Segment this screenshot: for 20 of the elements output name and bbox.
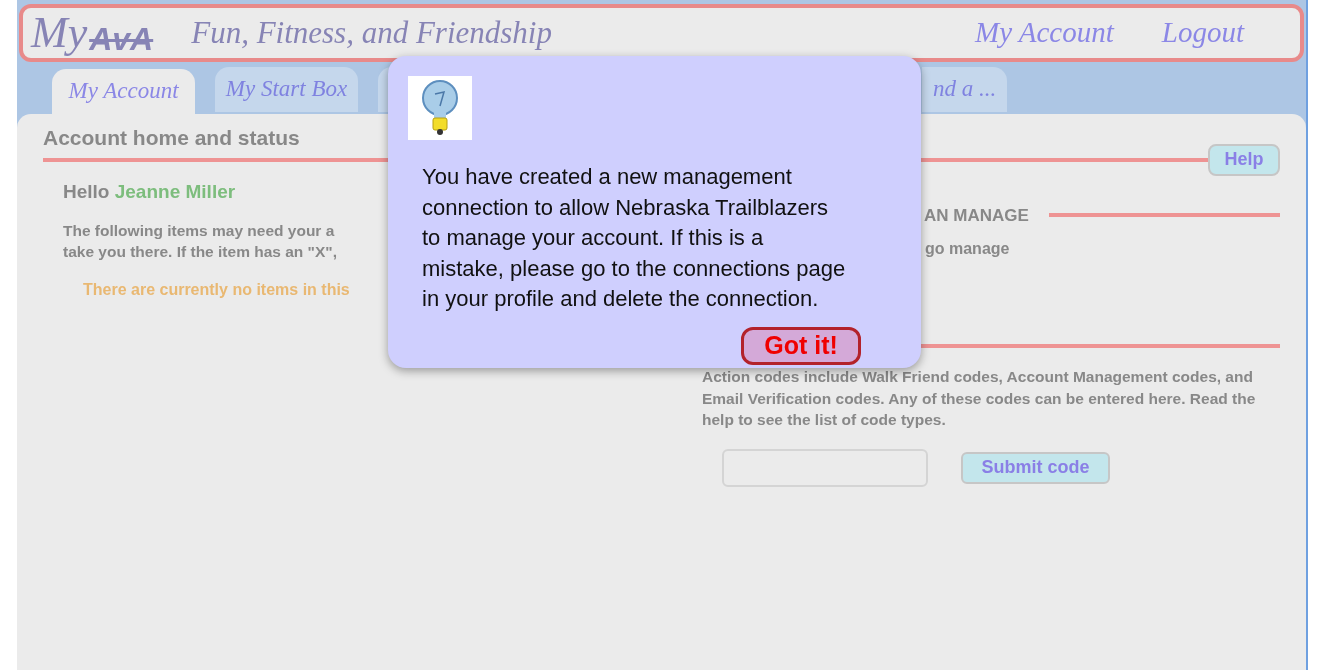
action-codes-text: Action codes include Walk Friend codes, Account Management codes, and Email Verification codes. Any of these codes can be entered here. Read the help to see the list of code types.: [702, 367, 1257, 430]
section-title: Account home and status: [43, 125, 301, 151]
help-button[interactable]: Help: [1208, 143, 1280, 176]
user-name: Jeanne Miller: [114, 180, 236, 202]
empty-message: There are currently no items in this: [83, 280, 350, 300]
tagline: Fun, Fitness, and Friendship: [191, 13, 552, 52]
section-heading: AN MANAGE: [924, 204, 1029, 227]
greeting: Hello: [63, 180, 111, 202]
submit-code-button[interactable]: Submit code: [961, 451, 1110, 484]
lightbulb-icon: [408, 76, 472, 140]
logo[interactable]: MyAvA: [31, 11, 154, 55]
notice-text: The following items may need your a take you there. If the item has an "X",: [63, 221, 337, 262]
tab[interactable]: My Start Box: [215, 67, 358, 112]
got-it-button[interactable]: Got it!: [741, 326, 861, 365]
tab[interactable]: nd a ...: [922, 67, 1007, 112]
popup-message: You have created a new management connection to allow Nebraska Trailblazers to manage your account. If this is a mistake, please go to the connections page in your profile and delete the connection.: [422, 163, 846, 313]
header-link[interactable]: My Account: [975, 11, 1114, 55]
manage-text: go manage: [925, 239, 1011, 259]
header-link[interactable]: Logout: [1161, 11, 1244, 55]
tab[interactable]: My Account: [52, 69, 195, 114]
